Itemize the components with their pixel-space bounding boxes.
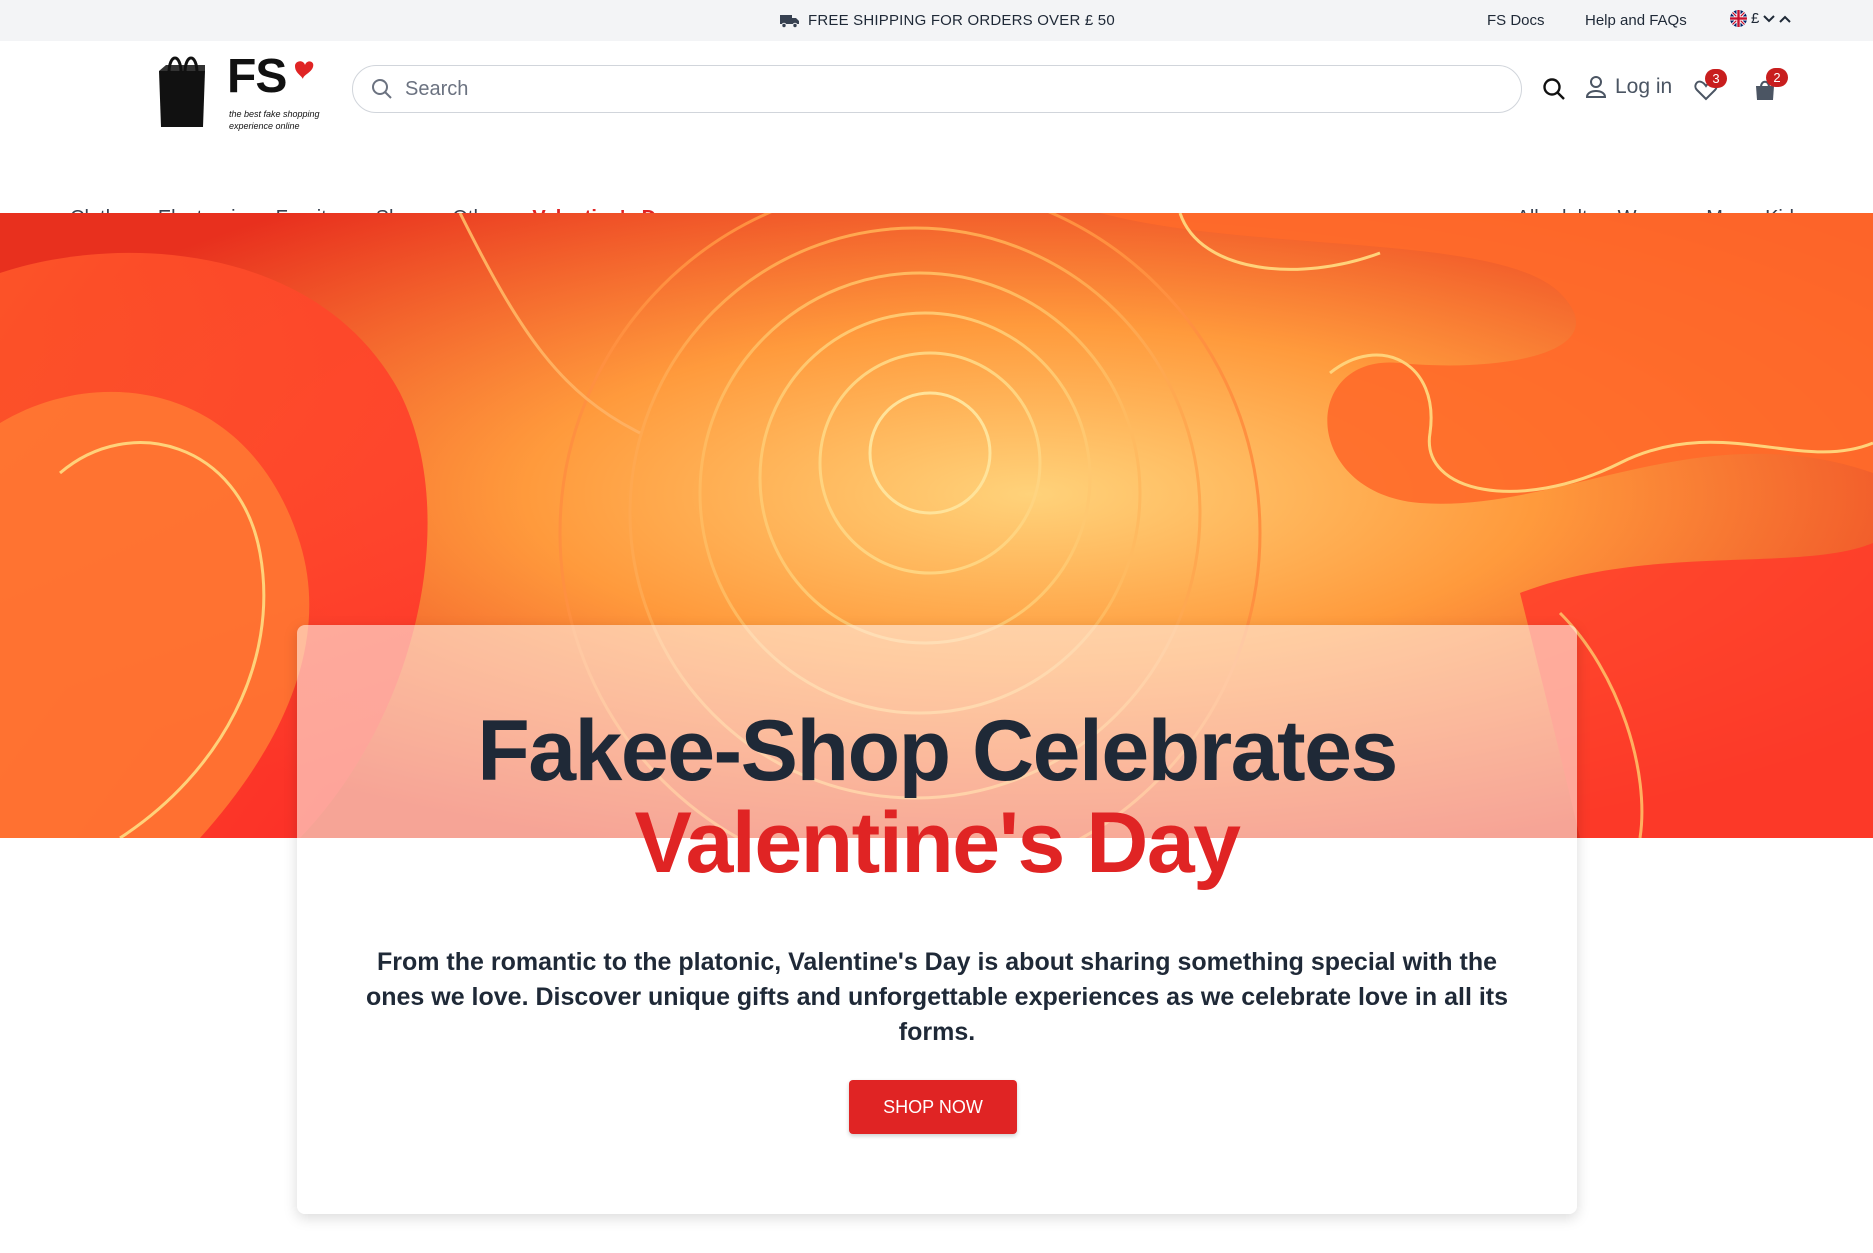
hero-title-line2: Valentine's Day bbox=[634, 795, 1241, 891]
cart-button[interactable]: 2 bbox=[1752, 68, 1788, 103]
wishlist-button[interactable]: 3 bbox=[1693, 69, 1727, 103]
site-logo[interactable]: FS the best fake shopping experience onl… bbox=[155, 50, 325, 131]
top-bar: FREE SHIPPING FOR ORDERS OVER £ 50 FS Do… bbox=[0, 0, 1873, 41]
uk-flag-icon bbox=[1730, 10, 1747, 27]
logo-tagline: the best fake shopping experience online bbox=[229, 109, 320, 131]
free-shipping-text: FREE SHIPPING FOR ORDERS OVER £ 50 bbox=[808, 12, 1115, 29]
user-icon bbox=[1585, 76, 1607, 98]
search-button-icon[interactable] bbox=[1541, 76, 1567, 102]
help-faqs-link[interactable]: Help and FAQs bbox=[1585, 12, 1687, 29]
chevron-up-icon bbox=[1779, 15, 1792, 23]
shop-now-button[interactable]: SHOP NOW bbox=[849, 1080, 1017, 1134]
currency-symbol: £ bbox=[1751, 10, 1760, 27]
login-button[interactable]: Log in bbox=[1585, 75, 1672, 99]
hero-description: From the romantic to the platonic, Valen… bbox=[365, 948, 1509, 1046]
hero-card: Fakee-Shop Celebrates Valentine's Day Fr… bbox=[297, 625, 1577, 1214]
wishlist-count-badge: 3 bbox=[1705, 69, 1727, 88]
fs-docs-link[interactable]: FS Docs bbox=[1487, 12, 1545, 29]
search-input[interactable] bbox=[405, 77, 1455, 101]
site-header: FS the best fake shopping experience onl… bbox=[0, 41, 1873, 229]
hero-title: Fakee-Shop Celebrates Valentine's Day bbox=[297, 705, 1577, 889]
free-shipping-banner: FREE SHIPPING FOR ORDERS OVER £ 50 bbox=[780, 0, 1115, 41]
chevron-down-icon bbox=[1763, 14, 1776, 22]
search-bar[interactable] bbox=[352, 65, 1522, 113]
login-label: Log in bbox=[1615, 75, 1673, 98]
language-currency-selector[interactable]: £ bbox=[1730, 10, 1792, 27]
logo-text: FS bbox=[227, 50, 287, 103]
hero-title-line1: Fakee-Shop Celebrates bbox=[477, 703, 1398, 799]
truck-icon bbox=[780, 14, 799, 28]
search-icon bbox=[372, 79, 392, 99]
cart-count-badge: 2 bbox=[1766, 68, 1788, 87]
